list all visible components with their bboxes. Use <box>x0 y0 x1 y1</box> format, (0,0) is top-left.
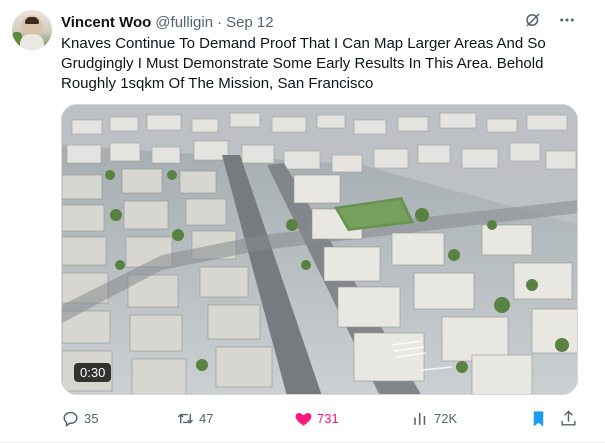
tweet-header: Vincent Woo @fulligin · Sep 12 <box>61 12 274 32</box>
tweet-date[interactable]: Sep 12 <box>226 14 274 31</box>
like-count: 731 <box>317 410 339 426</box>
retweet-button[interactable]: 47 <box>176 409 213 428</box>
tweet[interactable]: Vincent Woo @fulligin · Sep 12 Knaves Co… <box>0 0 605 443</box>
avatar-hair <box>25 17 39 24</box>
tweet-top-icons <box>523 10 577 30</box>
bookmark-icon <box>533 410 544 426</box>
share-button[interactable] <box>559 409 578 428</box>
reply-button[interactable]: 35 <box>61 409 98 428</box>
video-duration: 0:30 <box>74 363 112 382</box>
more-icon[interactable] <box>557 10 577 30</box>
views-count: 72K <box>434 410 458 426</box>
tweet-text: Knaves Continue To Demand Proof That I C… <box>61 35 546 92</box>
like-button[interactable]: 731 <box>294 409 339 428</box>
bookmark-button[interactable] <box>529 409 548 428</box>
avatar[interactable] <box>12 10 52 50</box>
views-button[interactable]: 72K <box>411 409 457 428</box>
views-icon <box>414 412 426 425</box>
aerial-video-frame <box>62 105 577 394</box>
tweet-actions: 35 47 731 72K <box>61 405 580 431</box>
author-handle[interactable]: @fulligin <box>155 14 213 31</box>
author-name[interactable]: Vincent Woo <box>61 14 151 31</box>
retweet-icon <box>177 413 194 423</box>
avatar-shirt <box>20 34 44 50</box>
separator-dot: · <box>217 13 223 31</box>
reply-icon <box>63 411 78 427</box>
share-icon <box>561 409 576 426</box>
grok-icon[interactable] <box>523 10 543 30</box>
heart-icon <box>295 412 312 426</box>
reply-count: 35 <box>84 410 99 426</box>
retweet-count: 47 <box>199 410 214 426</box>
video-player[interactable]: 0:30 <box>61 104 578 395</box>
